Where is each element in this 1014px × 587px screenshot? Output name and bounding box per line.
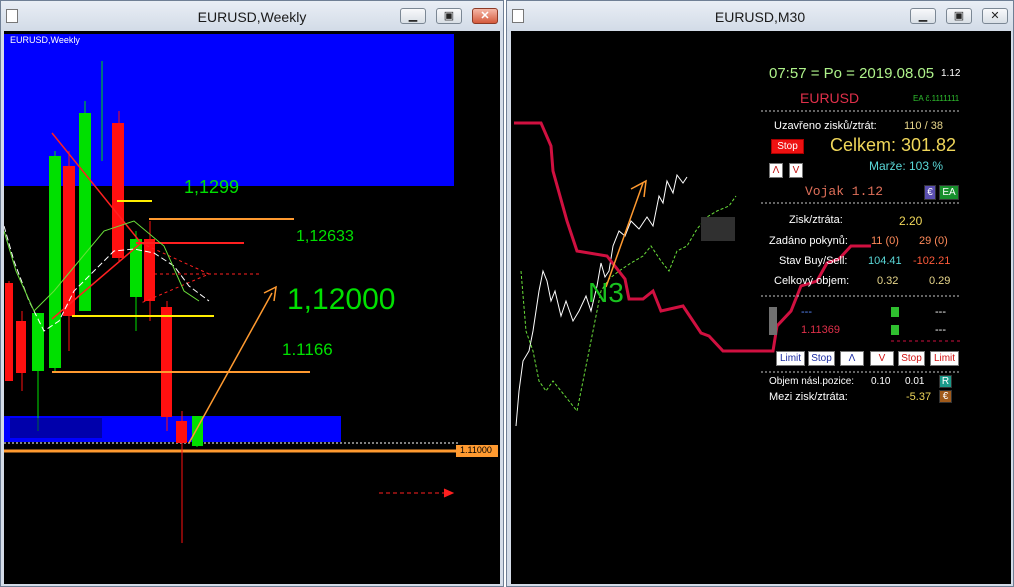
- margin-label: Marže: 103 %: [869, 159, 944, 173]
- close-icon: ✕: [480, 10, 490, 22]
- slider-handle: [769, 307, 777, 335]
- buy-value: 104.41: [868, 255, 902, 267]
- sell-button[interactable]: V: [870, 351, 894, 366]
- profit-loss-label: Zisk/ztráta:: [789, 214, 843, 226]
- right-window-title: EURUSD,M30: [714, 9, 806, 25]
- mid-profit-label: Mezi zisk/ztráta:: [769, 391, 848, 403]
- price-tag-label: 1.11000: [460, 445, 492, 455]
- gray-box: [701, 217, 735, 241]
- profit-loss-value: 2.20: [899, 214, 923, 228]
- maximize-icon: ▣: [443, 10, 455, 22]
- candle-bear-2: [16, 321, 26, 373]
- orders-value-1: 11 (0): [871, 235, 899, 247]
- buy-stop-button[interactable]: Stop: [808, 351, 835, 366]
- next-volume-label: Objem násl.pozice:: [769, 376, 855, 387]
- ea-badge[interactable]: EA: [939, 185, 959, 200]
- candle-bull-1: [32, 313, 44, 371]
- sell-limit-button[interactable]: Limit: [930, 351, 959, 366]
- candle-bear-6: [161, 307, 172, 417]
- level-label-1-1166: 1.1166: [282, 340, 333, 359]
- panel-ea-number: EA č.1111111: [913, 94, 960, 103]
- orange-arrow-line: [605, 182, 644, 288]
- weekly-chart-svg: [4, 34, 498, 543]
- reset-badge[interactable]: R: [939, 375, 952, 388]
- maximize-button[interactable]: ▣: [946, 8, 972, 24]
- level-label-1-1299: 1,1299: [184, 177, 240, 197]
- up-arrow-button[interactable]: Λ: [769, 163, 783, 178]
- orange-arrowhead: [263, 285, 277, 302]
- chart-inner-label: EURUSD,Weekly: [10, 35, 80, 45]
- right-chart-window: EURUSD,M30 ▁ ▣ ✕ N3 07:57 = Po = 2019.08…: [506, 0, 1014, 587]
- orders-label: Zadáno pokynů:: [769, 235, 848, 247]
- minimize-icon: ▁: [408, 10, 418, 22]
- green-mark-2: [891, 325, 899, 335]
- total-volume-2: 0.29: [929, 275, 951, 287]
- weekly-chart-area[interactable]: EURUSD,Weekly 1,1299 1,12633 1,12000 1.1…: [4, 31, 500, 584]
- candle-bull-2: [49, 156, 61, 368]
- close-button[interactable]: ✕: [982, 8, 1008, 24]
- left-window-title: EURUSD,Weekly: [197, 9, 307, 25]
- next-volume-1: 0.10: [871, 376, 891, 387]
- stop-button[interactable]: Stop: [771, 139, 804, 154]
- panel-symbol: EURUSD: [800, 90, 860, 106]
- candle-bear-1: [5, 283, 13, 381]
- candle-bear-4: [112, 123, 124, 258]
- close-icon: ✕: [990, 10, 1000, 22]
- close-button[interactable]: ✕: [472, 8, 498, 24]
- maximize-icon: ▣: [953, 10, 965, 22]
- position-dash-a: ---: [801, 306, 812, 318]
- left-window-titlebar[interactable]: EURUSD,Weekly ▁ ▣ ✕: [1, 1, 503, 31]
- total-volume-1: 0.32: [877, 275, 899, 287]
- pattern-label: N3: [588, 277, 624, 308]
- buy-limit-button[interactable]: Limit: [776, 351, 805, 366]
- zone-label-box: [10, 418, 102, 438]
- sell-value: -102.21: [913, 255, 951, 267]
- position-price: 1.11369: [801, 324, 840, 336]
- buy-button[interactable]: Λ: [840, 351, 864, 366]
- mid-profit-value: -5.37: [906, 391, 932, 403]
- maximize-button[interactable]: ▣: [436, 8, 462, 24]
- resistance-zone: [4, 34, 454, 186]
- green-mark-1: [891, 307, 899, 317]
- position-dash-b: ---: [935, 306, 946, 318]
- buy-sell-label: Stav Buy/Sell:: [779, 255, 848, 267]
- orders-value-2: 29 (0): [919, 235, 948, 247]
- total-volume-label: Celkový objem:: [774, 275, 850, 287]
- euro-badge[interactable]: €: [924, 185, 936, 200]
- level-label-1-12000: 1,12000: [287, 283, 396, 316]
- right-window-titlebar[interactable]: EURUSD,M30 ▁ ▣ ✕: [507, 1, 1013, 31]
- sell-stop-button[interactable]: Stop: [898, 351, 925, 366]
- total-label: Celkem: 301.82: [830, 135, 957, 155]
- position-dash-c: ---: [935, 324, 946, 336]
- candle-bull-3: [79, 113, 91, 311]
- candle-bear-7: [176, 421, 187, 443]
- panel-time: 07:57 = Po = 2019.08.05: [769, 65, 935, 82]
- minimize-icon: ▁: [918, 10, 928, 22]
- next-volume-2: 0.01: [905, 376, 925, 387]
- down-arrow-button[interactable]: V: [789, 163, 803, 178]
- panel-version-small: 1.12: [941, 68, 961, 79]
- green-ma: [4, 220, 200, 312]
- closed-value: 110 / 38: [904, 120, 943, 132]
- minimize-button[interactable]: ▁: [400, 8, 426, 24]
- vojak-label: Vojak 1.12: [805, 184, 884, 199]
- minimize-button[interactable]: ▁: [910, 8, 936, 24]
- candle-bear-3: [63, 166, 75, 316]
- closed-label: Uzavřeno zisků/ztrát:: [774, 120, 877, 132]
- red-dashed-arrowhead: [443, 488, 455, 498]
- euro-small-badge[interactable]: €: [939, 390, 952, 403]
- left-chart-window: EURUSD,Weekly ▁ ▣ ✕ EURUSD,Weekly 1,1299…: [0, 0, 504, 587]
- m30-chart-area[interactable]: N3 07:57 = Po = 2019.08.05 1.12 EURUSD E…: [511, 31, 1011, 584]
- level-label-1-12633: 1,12633: [296, 228, 354, 245]
